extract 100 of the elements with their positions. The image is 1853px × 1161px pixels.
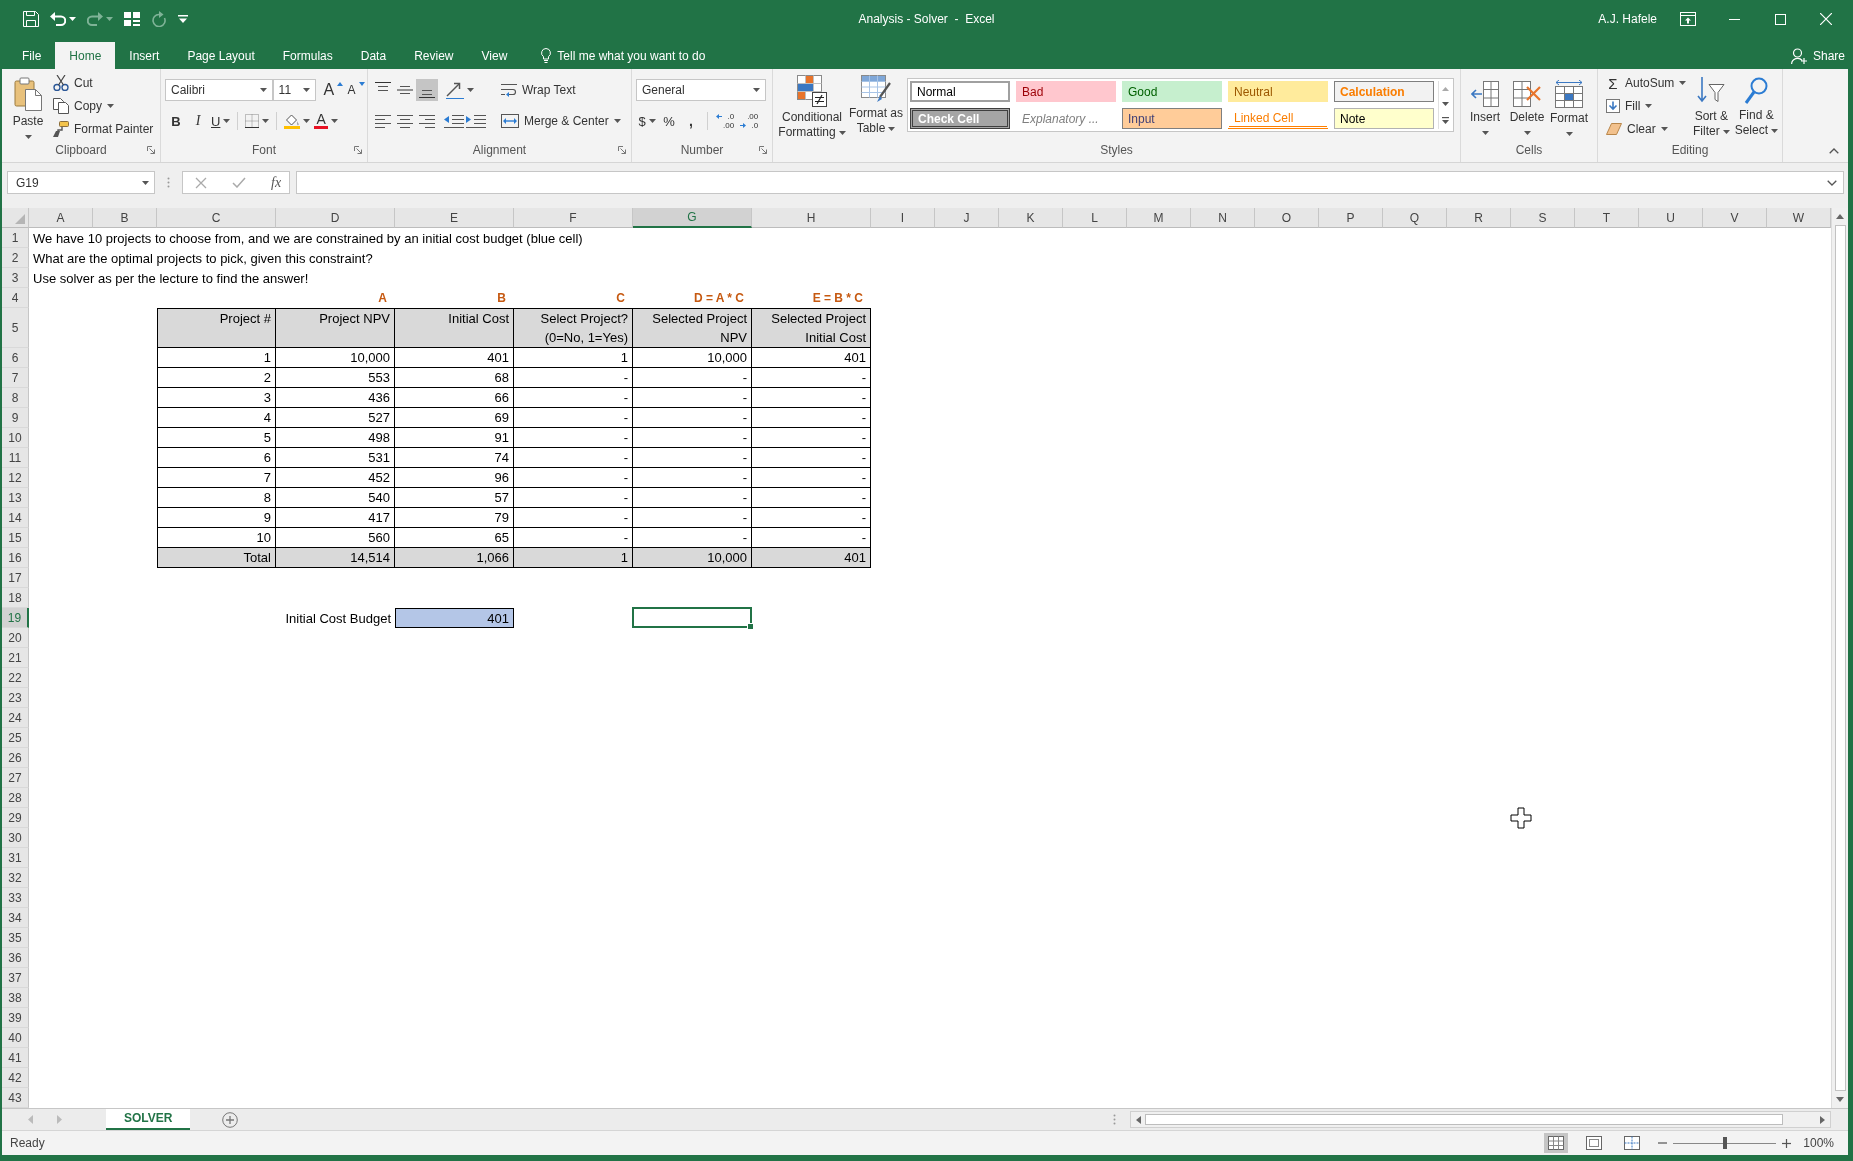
decrease-indent-icon[interactable] <box>444 114 464 128</box>
shrink-font-button[interactable]: A <box>345 79 367 101</box>
column-header[interactable]: T <box>1575 208 1639 228</box>
row-header[interactable]: 11 <box>2 448 29 468</box>
horizontal-scrollbar[interactable] <box>1130 1111 1831 1128</box>
column-header[interactable]: S <box>1511 208 1575 228</box>
row-header[interactable]: 9 <box>2 408 29 428</box>
insert-cells-button[interactable]: Insert <box>1465 69 1505 140</box>
row-header[interactable]: 17 <box>2 568 29 588</box>
row-header[interactable]: 2 <box>2 248 29 268</box>
ribbon-tab[interactable]: Data <box>346 42 401 69</box>
font-color-button[interactable]: A <box>312 110 340 132</box>
share-button[interactable]: Share <box>1790 42 1845 69</box>
row-header[interactable]: 23 <box>2 688 29 708</box>
vertical-scrollbar[interactable] <box>1831 208 1848 1108</box>
column-header[interactable]: R <box>1447 208 1511 228</box>
checkmark-icon[interactable] <box>232 177 246 188</box>
save-icon[interactable] <box>23 11 39 27</box>
expand-icon[interactable] <box>1827 179 1837 186</box>
column-header[interactable]: D <box>276 208 395 228</box>
row-header[interactable]: 15 <box>2 528 29 548</box>
cell-style[interactable]: Normal <box>910 81 1010 102</box>
scroll-up-icon[interactable] <box>1836 214 1844 219</box>
sort-filter-button[interactable]: Sort & Filter <box>1691 69 1732 140</box>
font-name-field[interactable]: Calibri <box>165 79 273 101</box>
dialog-launcher-icon[interactable] <box>147 145 155 154</box>
ribbon-tab[interactable]: Review <box>400 42 468 69</box>
close-icon[interactable] <box>1820 13 1832 25</box>
row-header[interactable]: 32 <box>2 868 29 888</box>
row-header[interactable]: 12 <box>2 468 29 488</box>
collapse-ribbon-icon[interactable] <box>1829 148 1839 154</box>
dialog-launcher-icon[interactable] <box>759 145 767 154</box>
fill-handle[interactable] <box>747 623 754 630</box>
scroll-down-icon[interactable] <box>1836 1097 1844 1102</box>
font-size-field[interactable]: 11 <box>272 79 316 101</box>
maximize-icon[interactable] <box>1774 13 1786 25</box>
row-header[interactable]: 4 <box>2 288 29 308</box>
conditional-formatting-button[interactable]: Conditional Formatting <box>777 69 847 140</box>
increase-indent-icon[interactable] <box>466 114 486 128</box>
row-header[interactable]: 36 <box>2 948 29 968</box>
format-cells-button[interactable]: Format <box>1549 69 1589 140</box>
column-header[interactable]: U <box>1639 208 1703 228</box>
slider-thumb[interactable] <box>1722 1137 1727 1149</box>
row-header[interactable]: 38 <box>2 988 29 1008</box>
row-header[interactable]: 30 <box>2 828 29 848</box>
row-header[interactable]: 10 <box>2 428 29 448</box>
layout-grid-icon[interactable] <box>124 12 140 26</box>
number-format-field[interactable]: General <box>636 79 766 101</box>
row-header[interactable]: 28 <box>2 788 29 808</box>
add-sheet-icon[interactable] <box>222 1111 239 1128</box>
cell-style[interactable]: Neutral <box>1228 81 1328 102</box>
column-header[interactable]: G <box>633 208 752 228</box>
copy-button[interactable]: Copy <box>50 95 157 117</box>
row-header[interactable]: 24 <box>2 708 29 728</box>
row-header[interactable]: 16 <box>2 548 29 568</box>
column-header[interactable]: V <box>1703 208 1767 228</box>
zoom-in-icon[interactable] <box>1782 1138 1792 1148</box>
currency-button[interactable]: $ <box>636 110 658 132</box>
row-header[interactable]: 35 <box>2 928 29 948</box>
row-header[interactable]: 27 <box>2 768 29 788</box>
comma-style-button[interactable]: , <box>680 110 702 132</box>
merge-center-button[interactable]: Merge & Center <box>498 110 624 132</box>
row-header[interactable]: 34 <box>2 908 29 928</box>
clear-button[interactable]: Clear <box>1603 118 1690 140</box>
paste-button[interactable]: Paste <box>10 69 46 140</box>
row-header[interactable]: 41 <box>2 1048 29 1068</box>
row-header[interactable]: 26 <box>2 748 29 768</box>
row-header[interactable]: 42 <box>2 1068 29 1088</box>
grow-font-button[interactable]: A <box>321 79 345 101</box>
ribbon-tab[interactable]: View <box>467 42 522 69</box>
column-header[interactable]: C <box>157 208 276 228</box>
cut-button[interactable]: Cut <box>50 72 157 94</box>
column-header[interactable]: I <box>871 208 935 228</box>
row-header[interactable]: 13 <box>2 488 29 508</box>
row-header[interactable]: 29 <box>2 808 29 828</box>
row-header[interactable]: 43 <box>2 1088 29 1108</box>
align-bottom-icon[interactable] <box>416 79 438 101</box>
row-header[interactable]: 33 <box>2 888 29 908</box>
cell-style[interactable]: Note <box>1334 108 1434 129</box>
ribbon-display-icon[interactable] <box>1680 12 1696 26</box>
cell-style[interactable]: Good <box>1122 81 1222 102</box>
column-header[interactable]: P <box>1319 208 1383 228</box>
bold-button[interactable]: B <box>165 110 187 132</box>
row-header[interactable]: 40 <box>2 1028 29 1048</box>
column-header[interactable]: K <box>999 208 1063 228</box>
active-cell[interactable] <box>632 607 752 628</box>
row-header[interactable]: 37 <box>2 968 29 988</box>
column-header[interactable]: O <box>1255 208 1319 228</box>
cell-style[interactable]: Bad <box>1016 81 1116 102</box>
column-header[interactable]: M <box>1127 208 1191 228</box>
row-header[interactable]: 5 <box>2 308 29 348</box>
row-header[interactable]: 1 <box>2 228 29 248</box>
row-header[interactable]: 39 <box>2 1008 29 1028</box>
increase-decimal-button[interactable]: .0 .00 <box>713 110 738 132</box>
column-header[interactable]: A <box>29 208 93 228</box>
row-header[interactable]: 3 <box>2 268 29 288</box>
formula-input[interactable] <box>296 171 1844 194</box>
format-as-table-button[interactable]: Format as Table <box>847 69 905 136</box>
scroll-down-icon[interactable] <box>1441 101 1449 106</box>
sheet-tab[interactable]: SOLVER <box>106 1108 191 1131</box>
